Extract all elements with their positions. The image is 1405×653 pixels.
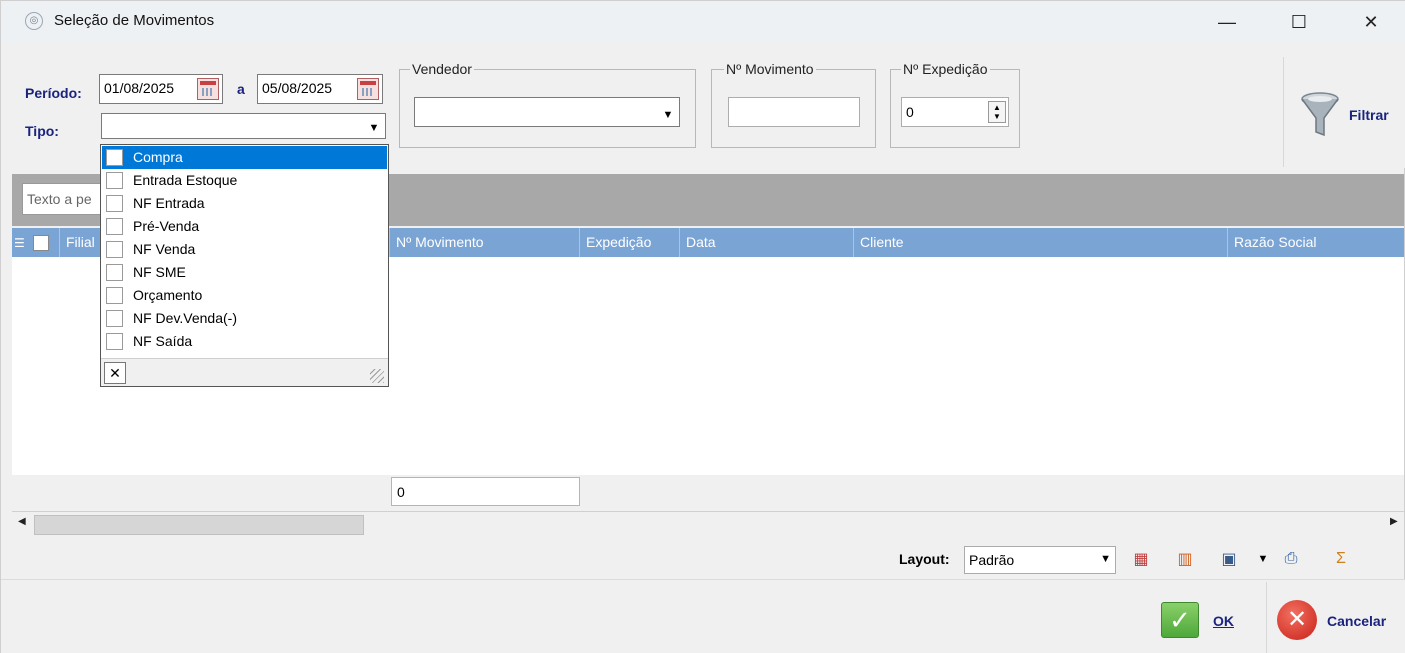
tipo-label: Tipo:: [25, 123, 59, 139]
save-dropdown-icon[interactable]: ▼: [1251, 548, 1275, 570]
dropdown-item-nf-entrada[interactable]: NF Entrada: [102, 192, 387, 215]
horizontal-scrollbar[interactable]: ◀ ▶: [12, 511, 1404, 537]
item-label: NF Entrada: [133, 195, 205, 211]
calendar-from-icon[interactable]: [197, 78, 219, 100]
column-header-razao-social[interactable]: Razão Social: [1228, 228, 1404, 257]
close-button[interactable]: ✕: [1341, 1, 1401, 43]
resize-grip-icon[interactable]: [370, 369, 384, 383]
dropdown-item-nf-venda[interactable]: NF Venda: [102, 238, 387, 261]
movimento-label: Nº Movimento: [724, 61, 816, 77]
date-to-value: 05/08/2025: [262, 80, 333, 96]
column-header-data[interactable]: Data: [680, 228, 854, 257]
grid-footer: 0: [12, 475, 1404, 508]
title-bar: ◎ Seleção de Movimentos — ☐ ✕: [1, 1, 1405, 43]
item-label: NF SME: [133, 264, 186, 280]
ok-button[interactable]: ✓ OK: [1149, 582, 1259, 653]
layout-label: Layout:: [899, 551, 950, 567]
item-label: Orçamento: [133, 287, 203, 303]
dialog-window: ◎ Seleção de Movimentos — ☐ ✕ Período: 0…: [0, 0, 1405, 653]
dropdown-item-nf-saida[interactable]: NF Saída: [102, 330, 387, 353]
item-label: NF Saída: [133, 333, 193, 349]
spin-stepper-icon[interactable]: ▲ ▼: [988, 101, 1006, 123]
cancel-icon: ✕: [1277, 600, 1317, 640]
item-label: Entrada Estoque: [133, 172, 238, 188]
date-from-value: 01/08/2025: [104, 80, 175, 96]
dropdown-item-nf-sme[interactable]: NF SME: [102, 261, 387, 284]
funnel-icon: [1301, 92, 1339, 136]
vendedor-combo[interactable]: ▼: [414, 97, 680, 127]
column-header-cliente[interactable]: Cliente: [854, 228, 1228, 257]
tipo-dropdown-list[interactable]: Compra Entrada Estoque NF Entrada Pré-Ve…: [100, 144, 389, 387]
grid-settings-icon[interactable]: ▦: [1129, 548, 1153, 570]
dropdown-item-orcamento[interactable]: Orçamento: [102, 284, 387, 307]
maximize-button[interactable]: ☐: [1269, 1, 1329, 43]
select-all-checkbox[interactable]: [32, 235, 49, 252]
periodo-label: Período:: [25, 85, 82, 101]
item-checkbox[interactable]: [106, 218, 123, 235]
footer-count: 0: [391, 477, 580, 506]
item-checkbox[interactable]: [106, 287, 123, 304]
item-label: Pré-Venda: [133, 218, 200, 234]
filter-button[interactable]: Filtrar: [1283, 57, 1403, 167]
scroll-thumb[interactable]: [34, 515, 364, 535]
item-checkbox[interactable]: [106, 149, 123, 166]
item-checkbox[interactable]: [106, 241, 123, 258]
cancel-button[interactable]: ✕ Cancelar: [1266, 582, 1405, 653]
item-label: NF Dev.Venda(-): [133, 310, 237, 326]
save-icon[interactable]: ▣: [1217, 548, 1241, 570]
dropdown-item-pre-venda[interactable]: Pré-Venda: [102, 215, 387, 238]
dropdown-item-nf-dev-venda[interactable]: NF Dev.Venda(-): [102, 307, 387, 330]
dropdown-item-entrada-estoque[interactable]: Entrada Estoque: [102, 169, 387, 192]
expedicao-group: Nº Expedição 0 ▲ ▼: [890, 61, 1020, 148]
bottom-bar: ✓ OK ✕ Cancelar: [1, 579, 1405, 653]
item-label: Compra: [133, 149, 183, 165]
expedicao-input[interactable]: 0 ▲ ▼: [901, 97, 1009, 127]
item-checkbox[interactable]: [106, 172, 123, 189]
window-title: Seleção de Movimentos: [54, 12, 215, 29]
columns-icon[interactable]: ▥: [1173, 548, 1197, 570]
vendedor-label: Vendedor: [410, 61, 474, 77]
chevron-down-icon[interactable]: ▼: [365, 116, 383, 134]
grid-select-all[interactable]: ☰: [12, 228, 60, 257]
date-separator: a: [237, 81, 245, 97]
expedicao-label: Nº Expedição: [901, 61, 990, 77]
item-checkbox[interactable]: [106, 264, 123, 281]
column-header-movimento[interactable]: Nº Movimento: [390, 228, 580, 257]
filter-button-label: Filtrar: [1349, 107, 1389, 123]
item-checkbox[interactable]: [106, 310, 123, 327]
column-header-expedicao[interactable]: Expedição: [580, 228, 680, 257]
item-checkbox[interactable]: [106, 333, 123, 350]
date-from-field[interactable]: 01/08/2025: [99, 74, 223, 104]
ok-button-label: OK: [1213, 613, 1234, 629]
scroll-left-icon[interactable]: ◀: [18, 516, 26, 527]
scroll-right-icon[interactable]: ▶: [1390, 516, 1398, 527]
calendar-to-icon[interactable]: [357, 78, 379, 100]
expedicao-value: 0: [906, 104, 914, 120]
tipo-combo[interactable]: ▼: [101, 113, 386, 139]
layout-value: Padrão: [969, 552, 1015, 568]
layout-combo[interactable]: Padrão ▼: [964, 546, 1116, 574]
vendedor-group: Vendedor ▼: [399, 61, 696, 148]
app-icon: ◎: [25, 12, 43, 30]
item-label: NF Venda: [133, 241, 196, 257]
minimize-button[interactable]: —: [1197, 1, 1257, 43]
item-checkbox[interactable]: [106, 195, 123, 212]
cancel-button-label: Cancelar: [1327, 613, 1387, 629]
chevron-down-icon[interactable]: ▼: [1100, 553, 1111, 565]
dropdown-footer: ✕: [101, 358, 388, 386]
close-icon[interactable]: ✕: [104, 362, 126, 384]
checkmark-icon: ✓: [1161, 602, 1199, 638]
sum-icon[interactable]: Σ: [1329, 548, 1353, 570]
dropdown-item-compra[interactable]: Compra: [102, 146, 387, 169]
movimento-group: Nº Movimento: [711, 61, 876, 148]
movimento-input[interactable]: [728, 97, 860, 127]
chevron-down-icon[interactable]: ▼: [659, 103, 677, 121]
layout-toolbar: Layout: Padrão ▼ ▦ ▥ ▣ ▼ ⎙ Σ: [1, 541, 1405, 577]
date-to-field[interactable]: 05/08/2025: [257, 74, 383, 104]
print-icon[interactable]: ⎙: [1279, 548, 1303, 570]
list-icon: ☰: [14, 236, 25, 250]
